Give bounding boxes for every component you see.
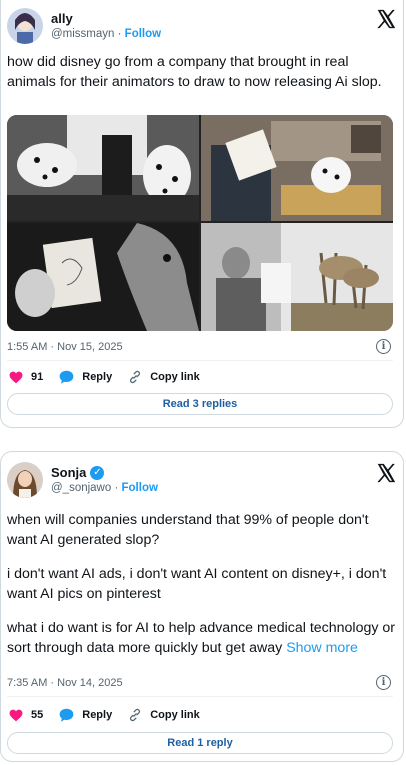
copy-link-button[interactable]: Copy link bbox=[128, 370, 200, 384]
tweet-header: Sonja ✓ @_sonjawo · Follow bbox=[7, 462, 399, 502]
reply-label: Reply bbox=[82, 709, 113, 721]
author-handle[interactable]: @missmayn bbox=[51, 28, 114, 40]
avatar[interactable] bbox=[7, 8, 43, 44]
reply-button[interactable]: Reply bbox=[59, 708, 112, 722]
reply-label: Reply bbox=[82, 371, 113, 383]
author-handle[interactable]: @_sonjawo bbox=[51, 482, 111, 494]
media-photo[interactable] bbox=[7, 115, 199, 221]
tweet-timestamp[interactable]: 7:35 AM · Nov 14, 2025 bbox=[7, 677, 123, 689]
copy-link-button[interactable]: Copy link bbox=[128, 708, 200, 722]
info-icon[interactable]: i bbox=[376, 339, 391, 354]
media-photo[interactable] bbox=[201, 223, 393, 331]
tweet-actions: 91 Reply Copy link bbox=[9, 367, 216, 387]
divider bbox=[7, 696, 393, 697]
tweet-actions: 55 Reply Copy link bbox=[9, 705, 216, 725]
x-logo-icon[interactable] bbox=[375, 462, 397, 484]
tweet-paragraph: when will companies understand that 99% … bbox=[7, 512, 369, 548]
copy-link-label: Copy link bbox=[150, 709, 200, 721]
like-count: 91 bbox=[31, 371, 44, 383]
tweet-text: how did disney go from a company that br… bbox=[7, 54, 382, 90]
like-button[interactable]: 55 bbox=[9, 709, 43, 722]
x-logo-icon[interactable] bbox=[375, 8, 397, 30]
link-icon bbox=[130, 708, 141, 722]
show-more-link[interactable]: Show more bbox=[286, 640, 358, 656]
read-replies-button[interactable]: Read 1 reply bbox=[7, 732, 393, 754]
author-name[interactable]: Sonja bbox=[51, 465, 86, 480]
follow-button[interactable]: Follow bbox=[122, 482, 158, 494]
heart-icon bbox=[9, 709, 23, 721]
media-photo[interactable] bbox=[201, 115, 393, 221]
author-name[interactable]: ally bbox=[51, 11, 73, 26]
reply-bubble-icon bbox=[59, 370, 74, 384]
tweet-paragraph: what i do want is for AI to help advance… bbox=[7, 620, 396, 656]
avatar[interactable] bbox=[7, 462, 43, 498]
like-button[interactable]: 91 bbox=[9, 371, 43, 384]
heart-icon bbox=[9, 371, 23, 383]
media-photo[interactable] bbox=[7, 223, 199, 331]
tweet-card[interactable]: ally @missmayn · Follow how did disney g… bbox=[0, 0, 404, 428]
link-icon bbox=[130, 370, 141, 384]
tweet-card[interactable]: Sonja ✓ @_sonjawo · Follow when will com… bbox=[0, 451, 404, 762]
media-grid[interactable] bbox=[7, 115, 393, 331]
divider bbox=[7, 360, 393, 361]
tweet-text: when will companies understand that 99% … bbox=[7, 510, 399, 658]
tweet-paragraph: i don't want AI ads, i don't want AI con… bbox=[7, 566, 387, 602]
follow-button[interactable]: Follow bbox=[125, 28, 161, 40]
tweet-timestamp[interactable]: 1:55 AM · Nov 15, 2025 bbox=[7, 341, 123, 353]
reply-button[interactable]: Reply bbox=[59, 370, 112, 384]
like-count: 55 bbox=[31, 709, 44, 721]
info-icon[interactable]: i bbox=[376, 675, 391, 690]
read-replies-button[interactable]: Read 3 replies bbox=[7, 393, 393, 415]
verified-badge-icon: ✓ bbox=[90, 465, 105, 480]
tweet-header: ally @missmayn · Follow bbox=[7, 8, 399, 48]
copy-link-label: Copy link bbox=[150, 371, 200, 383]
reply-bubble-icon bbox=[59, 708, 74, 722]
